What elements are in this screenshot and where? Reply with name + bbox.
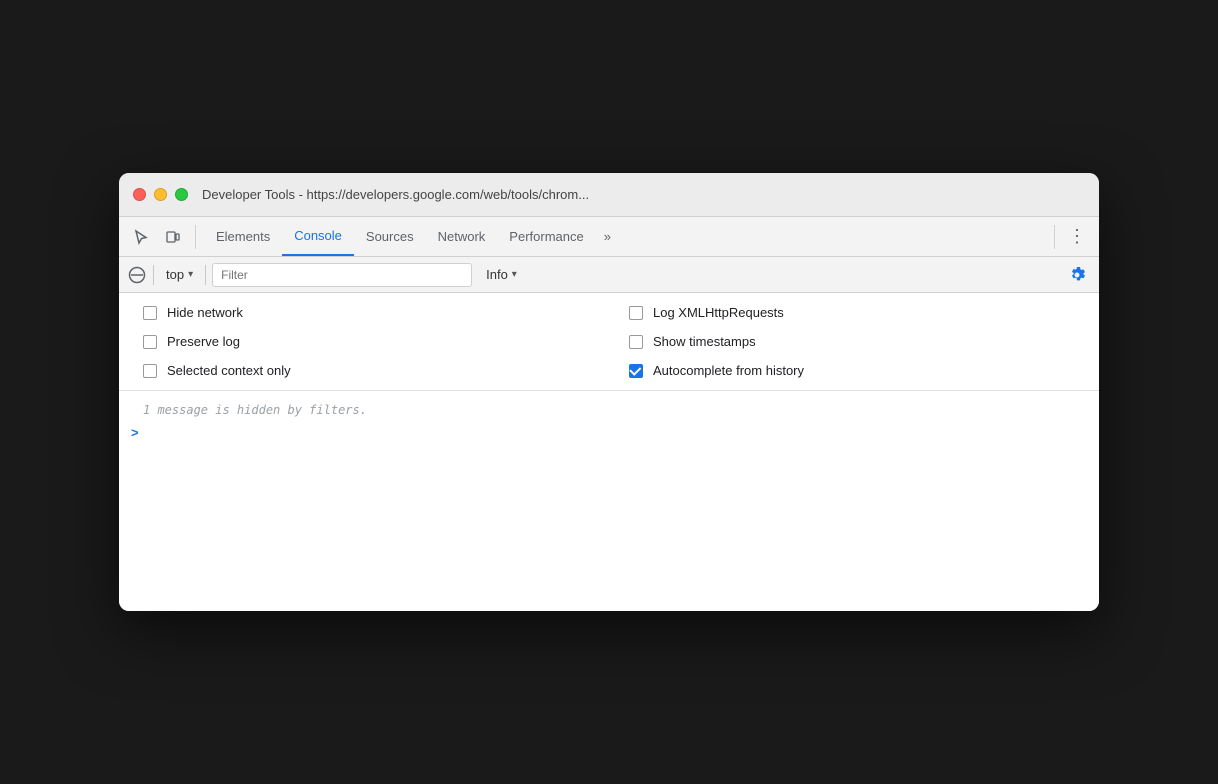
tab-console[interactable]: Console bbox=[282, 217, 354, 256]
console-toolbar-divider-2 bbox=[205, 265, 206, 285]
hide-network-checkbox[interactable] bbox=[143, 306, 157, 320]
setting-selected-context[interactable]: Selected context only bbox=[143, 363, 589, 378]
log-level-label: Info bbox=[486, 267, 508, 282]
selected-context-checkbox[interactable] bbox=[143, 364, 157, 378]
toolbar-divider-1 bbox=[195, 225, 196, 249]
console-output: 1 message is hidden by filters. > bbox=[119, 391, 1099, 611]
setting-autocomplete-history[interactable]: Autocomplete from history bbox=[629, 363, 1075, 378]
console-prompt-chevron[interactable]: > bbox=[131, 425, 139, 440]
setting-log-xml[interactable]: Log XMLHttpRequests bbox=[629, 305, 1075, 320]
filtered-message: 1 message is hidden by filters. bbox=[119, 399, 1099, 421]
devtools-tabs: Elements Console Sources Network Perform… bbox=[204, 217, 1046, 256]
traffic-lights bbox=[133, 188, 188, 201]
devtools-window: Developer Tools - https://developers.goo… bbox=[119, 173, 1099, 611]
log-xml-label: Log XMLHttpRequests bbox=[653, 305, 784, 320]
close-button[interactable] bbox=[133, 188, 146, 201]
setting-show-timestamps[interactable]: Show timestamps bbox=[629, 334, 1075, 349]
setting-preserve-log[interactable]: Preserve log bbox=[143, 334, 589, 349]
tab-sources[interactable]: Sources bbox=[354, 217, 426, 256]
console-toolbar-divider-1 bbox=[153, 265, 154, 285]
devtools-menu-button[interactable]: ⋮ bbox=[1063, 223, 1091, 251]
filter-input[interactable] bbox=[212, 263, 472, 287]
show-timestamps-checkbox[interactable] bbox=[629, 335, 643, 349]
log-xml-checkbox[interactable] bbox=[629, 306, 643, 320]
autocomplete-history-checkbox[interactable] bbox=[629, 364, 643, 378]
tab-network[interactable]: Network bbox=[426, 217, 498, 256]
preserve-log-checkbox[interactable] bbox=[143, 335, 157, 349]
titlebar: Developer Tools - https://developers.goo… bbox=[119, 173, 1099, 217]
console-settings-button[interactable] bbox=[1063, 261, 1091, 289]
tab-elements[interactable]: Elements bbox=[204, 217, 282, 256]
toolbar-divider-2 bbox=[1054, 225, 1055, 249]
window-title: Developer Tools - https://developers.goo… bbox=[202, 187, 589, 202]
console-settings-panel: Hide network Log XMLHttpRequests Preserv… bbox=[119, 293, 1099, 391]
console-toolbar: top ▾ Info ▾ bbox=[119, 257, 1099, 293]
hide-network-label: Hide network bbox=[167, 305, 243, 320]
settings-grid: Hide network Log XMLHttpRequests Preserv… bbox=[143, 305, 1075, 378]
minimize-button[interactable] bbox=[154, 188, 167, 201]
tabs-overflow-button[interactable]: » bbox=[596, 229, 619, 244]
clear-console-button[interactable] bbox=[127, 265, 147, 285]
autocomplete-history-label: Autocomplete from history bbox=[653, 363, 804, 378]
tab-performance[interactable]: Performance bbox=[497, 217, 595, 256]
preserve-log-label: Preserve log bbox=[167, 334, 240, 349]
context-label: top bbox=[166, 267, 184, 282]
show-timestamps-label: Show timestamps bbox=[653, 334, 756, 349]
log-level-selector[interactable]: Info ▾ bbox=[478, 265, 525, 284]
console-prompt-row: > bbox=[119, 421, 1099, 444]
console-input[interactable] bbox=[143, 426, 1087, 440]
context-arrow: ▾ bbox=[188, 269, 193, 280]
maximize-button[interactable] bbox=[175, 188, 188, 201]
context-selector[interactable]: top ▾ bbox=[160, 265, 199, 284]
setting-hide-network[interactable]: Hide network bbox=[143, 305, 589, 320]
device-toggle-icon[interactable] bbox=[159, 223, 187, 251]
select-element-icon[interactable] bbox=[127, 223, 155, 251]
selected-context-label: Selected context only bbox=[167, 363, 291, 378]
devtools-toolbar: Elements Console Sources Network Perform… bbox=[119, 217, 1099, 257]
log-level-arrow: ▾ bbox=[512, 269, 517, 280]
